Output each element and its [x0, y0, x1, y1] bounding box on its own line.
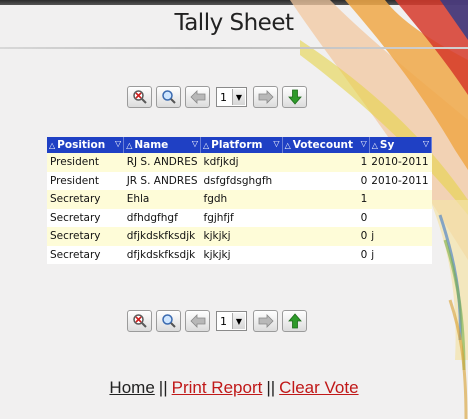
cell-votecount: 1: [282, 190, 370, 209]
cell-platform: fgdh: [200, 190, 283, 209]
up-arrow-icon: [287, 313, 302, 329]
sort-desc-icon[interactable]: ▽: [423, 139, 429, 148]
cell-name: JR S. ANDRES: [123, 171, 201, 190]
table-header-row: △ Position ▽ △ Name ▽ △ Platform ▽ △ Votecount ▽…: [47, 137, 433, 153]
cell-name: RJ S. ANDRES: [123, 153, 201, 172]
next-arrow-icon: [258, 90, 274, 104]
cell-position: Secretary: [47, 190, 124, 209]
link-separator: ||: [158, 378, 168, 397]
page-select[interactable]: 1 ▼: [216, 311, 247, 331]
clear-search-button[interactable]: [127, 86, 152, 108]
sort-asc-icon[interactable]: △: [126, 141, 132, 150]
cell-votecount: 0: [282, 208, 370, 227]
cell-platform: dsfgfdsghgfh: [200, 171, 283, 190]
table-row[interactable]: Secretary dfhdgfhgf fgjhfjf 0: [47, 208, 432, 227]
cell-votecount: 0: [282, 245, 370, 264]
pager-toolbar-bottom: 1 ▼: [127, 310, 307, 332]
cell-position: Secretary: [47, 208, 124, 227]
prev-arrow-icon: [189, 90, 205, 104]
prev-arrow-icon: [189, 314, 205, 328]
cell-name: dfhdgfhgf: [123, 208, 201, 227]
pager-toolbar-top: 1 ▼: [127, 86, 307, 108]
table-row[interactable]: Secretary Ehla fgdh 1: [47, 190, 432, 209]
sort-desc-icon[interactable]: ▽: [115, 139, 121, 148]
cell-platform: kdfjkdj: [200, 153, 283, 172]
column-header-platform[interactable]: △ Platform ▽: [200, 137, 283, 153]
scroll-up-button[interactable]: [282, 310, 307, 332]
chevron-down-icon[interactable]: ▼: [232, 89, 245, 105]
cell-votecount: 0: [282, 227, 370, 246]
search-button[interactable]: [156, 310, 181, 332]
scroll-down-button[interactable]: [282, 86, 307, 108]
cell-name: dfjkdskfksdjk: [123, 245, 201, 264]
cell-name: Ehla: [123, 190, 201, 209]
table-row[interactable]: President JR S. ANDRES dsfgfdsghgfh 0 20…: [47, 171, 432, 190]
cell-sy: 2010-2011: [369, 153, 432, 172]
tally-table: △ Position ▽ △ Name ▽ △ Platform ▽ △ Votecount ▽…: [47, 137, 433, 264]
chevron-down-icon[interactable]: ▼: [232, 313, 245, 329]
column-header-position[interactable]: △ Position ▽: [47, 137, 125, 153]
clear-search-button[interactable]: [127, 310, 152, 332]
cell-position: President: [47, 153, 124, 172]
home-link[interactable]: Home: [109, 378, 154, 397]
previous-page-button[interactable]: [185, 310, 210, 332]
footer-links: Home || Print Report || Clear Vote: [0, 378, 468, 398]
column-header-sy[interactable]: △ Sy ▽: [369, 137, 433, 153]
cell-platform: kjkjkj: [200, 245, 283, 264]
cell-votecount: 1: [282, 153, 370, 172]
page-select-value: 1: [220, 314, 227, 328]
search-icon: [161, 314, 176, 328]
cell-sy: j: [369, 227, 432, 246]
cell-position: President: [47, 171, 124, 190]
sort-asc-icon[interactable]: △: [203, 141, 209, 150]
page-select[interactable]: 1 ▼: [216, 87, 247, 107]
cell-position: Secretary: [47, 245, 124, 264]
next-page-button[interactable]: [253, 86, 278, 108]
sort-asc-icon[interactable]: △: [49, 141, 55, 150]
print-report-link[interactable]: Print Report: [172, 378, 263, 397]
page-select-value: 1: [220, 90, 227, 104]
sort-asc-icon[interactable]: △: [285, 141, 291, 150]
cell-position: Secretary: [47, 227, 124, 246]
next-page-button[interactable]: [253, 310, 278, 332]
table-row[interactable]: Secretary dfjkdskfksdjk kjkjkj 0 j: [47, 227, 432, 246]
cell-sy: [369, 190, 432, 209]
cell-name: dfjkdskfksdjk: [123, 227, 201, 246]
title-divider: [0, 47, 468, 49]
search-icon: [161, 90, 176, 104]
cell-votecount: 0: [282, 171, 370, 190]
link-separator: ||: [266, 378, 276, 397]
cell-platform: fgjhfjf: [200, 208, 283, 227]
column-header-votecount[interactable]: △ Votecount ▽: [282, 137, 370, 153]
cell-sy: [369, 208, 432, 227]
search-clear-icon: [132, 90, 147, 104]
table-row[interactable]: President RJ S. ANDRES kdfjkdj 1 2010-20…: [47, 153, 432, 172]
down-arrow-icon: [287, 89, 302, 105]
clear-vote-link[interactable]: Clear Vote: [279, 378, 358, 397]
sort-asc-icon[interactable]: △: [372, 141, 378, 150]
previous-page-button[interactable]: [185, 86, 210, 108]
search-button[interactable]: [156, 86, 181, 108]
page-title: Tally Sheet: [174, 10, 294, 36]
sort-desc-icon[interactable]: ▽: [273, 139, 279, 148]
cell-sy: j: [369, 245, 432, 264]
next-arrow-icon: [258, 314, 274, 328]
cell-platform: kjkjkj: [200, 227, 283, 246]
sort-desc-icon[interactable]: ▽: [192, 139, 198, 148]
table-row[interactable]: Secretary dfjkdskfksdjk kjkjkj 0 j: [47, 245, 432, 264]
sort-desc-icon[interactable]: ▽: [361, 139, 367, 148]
cell-sy: 2010-2011: [369, 171, 432, 190]
column-header-name[interactable]: △ Name ▽: [123, 137, 201, 153]
search-clear-icon: [132, 314, 147, 328]
